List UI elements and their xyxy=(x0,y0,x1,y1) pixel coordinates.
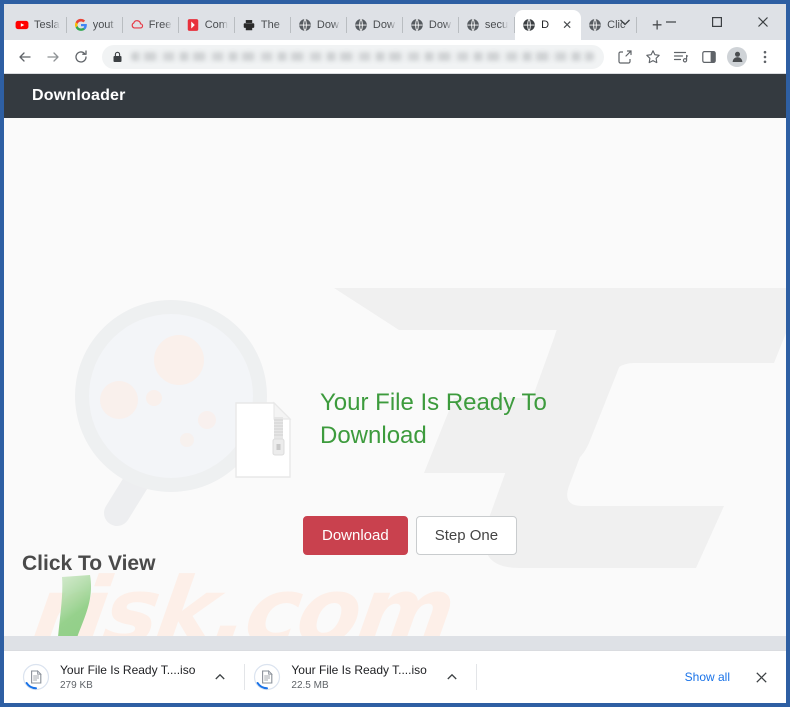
share-icon[interactable] xyxy=(612,44,638,70)
download-item[interactable]: Your File Is Ready T....iso 22.5 MB xyxy=(245,655,478,699)
globe-icon xyxy=(522,18,536,32)
zip-file-icon xyxy=(235,401,292,478)
minimize-button[interactable] xyxy=(648,4,694,40)
show-all-button[interactable]: Show all xyxy=(673,663,742,691)
chevron-up-icon[interactable] xyxy=(441,666,463,688)
globe-icon xyxy=(466,18,480,32)
tab-strip: Tesla yout Free Com The Dow Dow Dow secu… xyxy=(4,4,786,40)
download-button[interactable]: Download xyxy=(303,516,408,555)
lock-icon xyxy=(112,51,123,63)
page-content: risk.com Click To View Your File Is Read… xyxy=(4,118,786,636)
download-meta: Your File Is Ready T....iso 279 KB xyxy=(60,663,195,691)
close-shelf-icon[interactable] xyxy=(748,664,774,690)
tab-title: yout xyxy=(92,19,114,31)
iso-file-icon xyxy=(22,663,50,691)
tab-title: secu xyxy=(484,19,509,31)
tab-com[interactable]: Com xyxy=(179,10,235,40)
reading-list-icon[interactable] xyxy=(668,44,694,70)
tab-youtube-search[interactable]: yout xyxy=(67,10,123,40)
download-filesize: 279 KB xyxy=(60,680,93,691)
tab-title: Dow xyxy=(372,19,395,31)
site-title: Downloader xyxy=(32,87,126,104)
tab-title: D xyxy=(541,19,550,31)
browser-window: Tesla yout Free Com The Dow Dow Dow secu… xyxy=(0,0,790,707)
site-header: Downloader xyxy=(4,74,786,118)
iso-file-icon xyxy=(253,663,281,691)
tab-dow-1[interactable]: Dow xyxy=(291,10,347,40)
globe-icon xyxy=(298,18,312,32)
web-page: Downloader risk.com Click To View Your F… xyxy=(4,74,786,636)
chevron-up-icon[interactable] xyxy=(209,666,231,688)
download-meta: Your File Is Ready T....iso 22.5 MB xyxy=(291,663,426,691)
url-text xyxy=(131,52,594,61)
download-shelf: Your File Is Ready T....iso 279 KB Your … xyxy=(4,650,786,703)
globe-icon xyxy=(410,18,424,32)
tab-dow-3[interactable]: Dow xyxy=(403,10,459,40)
side-panel-icon[interactable] xyxy=(696,44,722,70)
tab-title: Com xyxy=(204,19,228,31)
maximize-button[interactable] xyxy=(694,4,740,40)
download-item[interactable]: Your File Is Ready T....iso 279 KB xyxy=(14,655,246,699)
printer-icon xyxy=(242,18,256,32)
tab-title: Free xyxy=(148,19,172,31)
download-filesize: 22.5 MB xyxy=(291,680,329,691)
google-icon xyxy=(74,18,88,32)
browser-toolbar xyxy=(4,40,786,74)
download-filename: Your File Is Ready T....iso xyxy=(60,663,196,677)
tab-search-icon[interactable] xyxy=(602,4,648,40)
page-headline: Your File Is Ready To Download xyxy=(320,389,547,450)
step-one-button[interactable]: Step One xyxy=(415,516,518,555)
tab-title: The xyxy=(260,19,280,31)
download-filename: Your File Is Ready T....iso xyxy=(291,663,427,677)
cloud-icon xyxy=(130,18,144,32)
three-dot-menu-icon[interactable] xyxy=(752,44,778,70)
avatar xyxy=(727,46,747,67)
close-window-button[interactable] xyxy=(740,4,786,40)
globe-icon xyxy=(354,18,368,32)
address-bar[interactable] xyxy=(102,44,604,69)
action-buttons: Download Step One xyxy=(303,516,518,555)
tab-title: Dow xyxy=(316,19,339,31)
back-icon[interactable] xyxy=(12,44,38,70)
star-icon[interactable] xyxy=(640,44,666,70)
profile-avatar-icon[interactable] xyxy=(724,44,750,70)
forward-icon[interactable] xyxy=(40,44,66,70)
tab-secu[interactable]: secu xyxy=(459,10,516,40)
window-controls xyxy=(602,4,786,40)
green-down-arrow-icon xyxy=(58,575,92,636)
tab-title: Tesla xyxy=(34,19,60,31)
globe-icon xyxy=(588,18,602,32)
shelf-actions: Show all xyxy=(673,663,776,691)
tab-the[interactable]: The xyxy=(235,10,291,40)
tab-downloader-active[interactable]: D ✕ xyxy=(515,10,582,40)
tab-close-icon[interactable]: ✕ xyxy=(560,18,574,32)
reload-icon[interactable] xyxy=(68,44,94,70)
tab-dow-2[interactable]: Dow xyxy=(347,10,403,40)
red-square-icon xyxy=(186,18,200,32)
tab-tesla[interactable]: Tesla xyxy=(8,10,67,40)
tab-title: Dow xyxy=(428,19,451,31)
click-to-view-label: Click To View xyxy=(22,552,156,575)
youtube-icon xyxy=(15,18,29,32)
tab-free[interactable]: Free xyxy=(123,10,179,40)
